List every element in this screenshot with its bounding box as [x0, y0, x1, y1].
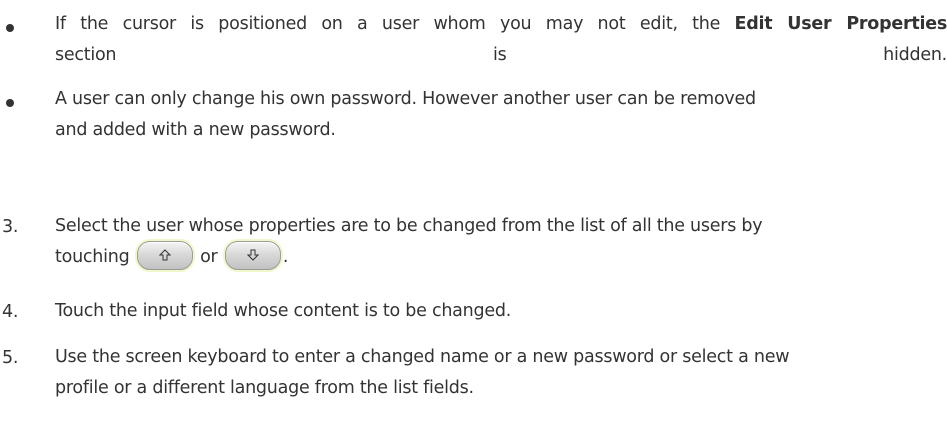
bullet-point-icon	[6, 24, 14, 32]
step-text: Touch the input field whose content is t…	[55, 296, 947, 327]
step-text-touching: touching	[55, 247, 130, 267]
step-text-line1: Select the user whose properties are to …	[55, 216, 763, 236]
bullet-point-icon	[6, 99, 14, 107]
step-text-or: or	[200, 247, 218, 267]
step-text: Use the screen keyboard to enter a chang…	[55, 342, 947, 404]
step-text-line2: touching or .	[55, 240, 947, 273]
step-text: Select the user whose properties are to …	[55, 211, 947, 273]
manual-page: If the cursor is positioned on a user wh…	[0, 0, 947, 421]
bullet-text-line2: section is hidden.	[55, 45, 947, 65]
bullet-text: A user can only change his own password.…	[55, 84, 947, 146]
arrow-down-key-icon	[224, 240, 281, 270]
edit-user-properties-term: Edit User Properties	[734, 14, 947, 34]
bullet-text-line1: A user can only change his own password.…	[55, 89, 756, 109]
step-text-period: .	[282, 247, 289, 267]
step-number: 3.	[2, 217, 19, 237]
step-number: 5.	[2, 348, 19, 368]
step-number: 4.	[2, 302, 19, 322]
bullet-text: If the cursor is positioned on a user wh…	[55, 9, 947, 71]
step-text-line1: Use the screen keyboard to enter a chang…	[55, 347, 790, 367]
arrow-up-key-icon	[136, 240, 193, 270]
bullet-text-line2: and added with a new password.	[55, 120, 336, 140]
bullet-text-line1: If the cursor is positioned on a user wh…	[55, 14, 735, 34]
step-text-line1: Touch the input field whose content is t…	[55, 301, 512, 321]
step-text-line2: profile or a different language from the…	[55, 378, 474, 398]
